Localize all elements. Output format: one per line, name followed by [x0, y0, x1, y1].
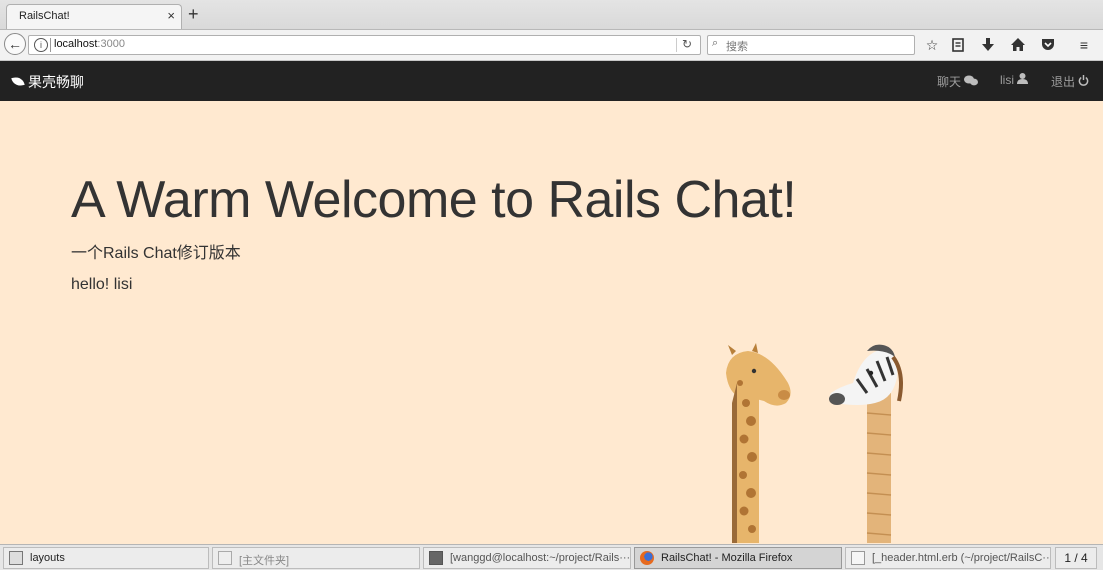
nav-user-label: lisi	[1000, 73, 1014, 87]
close-tab-icon[interactable]: ×	[167, 8, 175, 23]
new-tab-button[interactable]: +	[188, 4, 199, 24]
user-icon	[1017, 73, 1028, 87]
nav-logout-link[interactable]: 退出	[1051, 73, 1089, 90]
back-arrow-icon: ←	[8, 36, 22, 52]
firefox-icon	[640, 551, 654, 565]
page-subtitle: 一个Rails Chat修订版本	[71, 245, 241, 262]
taskbar-item-editor[interactable]: [_header.html.erb (~/project/RailsC···	[845, 547, 1051, 569]
browser-tab-bar: RailsChat! × +	[0, 0, 1103, 30]
taskbar-item-label: [主文件夹]	[239, 555, 290, 567]
download-icon[interactable]	[978, 35, 998, 55]
window-icon	[9, 551, 23, 565]
taskbar-item-label: layouts	[30, 552, 65, 564]
greeting: hello! lisi	[71, 276, 132, 294]
chat-bubbles-icon	[964, 75, 979, 89]
nav-logout-label: 退出	[1051, 75, 1076, 89]
greeting-username: lisi	[113, 276, 133, 293]
power-icon	[1078, 75, 1089, 89]
menu-icon[interactable]: ≡	[1074, 35, 1094, 55]
page-title: A Warm Welcome to Rails Chat!	[71, 171, 797, 229]
pocket-icon[interactable]	[1038, 35, 1058, 55]
brand-link[interactable]: 果壳畅聊	[11, 72, 84, 92]
url-text[interactable]: localhost:3000	[54, 38, 125, 50]
reload-icon[interactable]: ↻	[682, 37, 692, 51]
taskbar-item-layouts[interactable]: layouts	[3, 547, 209, 569]
giraffe-illustration	[726, 343, 791, 543]
url-host: localhost	[54, 38, 98, 50]
address-bar[interactable]: i localhost:3000 ↻	[28, 35, 701, 55]
search-bar[interactable]: ⌕ 搜索	[707, 35, 915, 55]
taskbar-item-terminal[interactable]: [wanggd@localhost:~/project/Rails···	[423, 547, 631, 569]
site-header: 果壳畅聊 聊天 lisi 退出	[0, 61, 1103, 101]
taskbar-item-label: [wanggd@localhost:~/project/Rails···	[450, 552, 631, 564]
workspace-switcher[interactable]: 1 / 4	[1055, 547, 1097, 569]
bookmark-star-icon[interactable]: ☆	[922, 35, 942, 55]
tab-title: RailsChat!	[19, 10, 70, 22]
reload-divider	[676, 38, 677, 52]
search-placeholder: 搜索	[726, 41, 748, 53]
brand-name: 果壳畅聊	[28, 74, 84, 90]
taskbar-item-label: [_header.html.erb (~/project/RailsC···	[872, 552, 1051, 564]
nav-chat-link[interactable]: 聊天	[937, 73, 979, 90]
taskbar-item-home-folder[interactable]: [主文件夹]	[212, 547, 420, 569]
text-editor-icon	[851, 551, 865, 565]
nav-chat-label: 聊天	[937, 75, 962, 89]
url-port: :3000	[97, 38, 125, 50]
info-icon[interactable]: i	[34, 38, 48, 52]
taskbar-item-label: RailsChat! - Mozilla Firefox	[661, 552, 793, 564]
url-divider	[50, 38, 51, 52]
taskbar-item-firefox[interactable]: RailsChat! - Mozilla Firefox	[634, 547, 842, 569]
window-icon	[218, 551, 232, 565]
back-button[interactable]: ←	[4, 33, 26, 55]
taskbar: layouts [主文件夹] [wanggd@localhost:~/proje…	[0, 544, 1103, 570]
browser-nav-bar: ← i localhost:3000 ↻ ⌕ 搜索 ☆ ≡	[0, 30, 1103, 61]
search-icon: ⌕	[712, 37, 719, 49]
home-icon[interactable]	[1008, 35, 1028, 55]
nav-user-link[interactable]: lisi	[1000, 73, 1028, 87]
reading-list-icon[interactable]	[948, 35, 968, 55]
greeting-prefix: hello!	[71, 276, 110, 293]
leaf-icon	[11, 76, 25, 87]
zebra-illustration	[829, 344, 903, 543]
terminal-icon	[429, 551, 443, 565]
browser-tab[interactable]: RailsChat! ×	[6, 4, 182, 29]
